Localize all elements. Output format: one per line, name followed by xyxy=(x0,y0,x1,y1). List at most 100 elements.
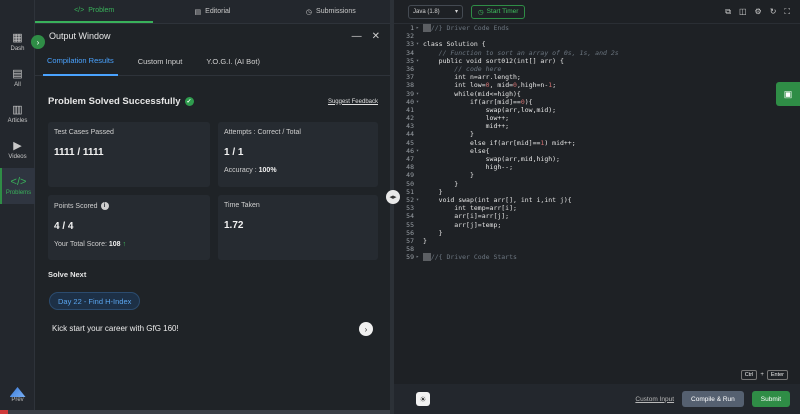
code-line[interactable]: } xyxy=(423,171,619,179)
code-area[interactable]: 1 32 33 34 35 36 37 38 39 40 41 42 43 44 45 46 47 48 49 50 5… xyxy=(394,24,800,384)
fold-arrow-icon[interactable]: ▾ xyxy=(416,90,422,98)
line-number: 54 xyxy=(406,212,414,221)
lightbulb-icon[interactable]: ☀ xyxy=(416,392,430,406)
copy-icon[interactable]: ⧉ xyxy=(725,7,731,17)
fold-arrow-icon[interactable]: ▾ xyxy=(416,40,422,48)
submit-button[interactable]: Submit xyxy=(751,391,790,407)
list-icon: ▤ xyxy=(12,67,23,80)
editor-icons: ⧉ ◫ ⚙ ↻ ⛶ xyxy=(725,7,790,17)
tab-custom-input[interactable]: Custom Input xyxy=(134,48,187,76)
suggest-feedback-link[interactable]: Suggest Feedback xyxy=(328,99,378,105)
code-line[interactable]: void swap(int arr[], int i,int j){ xyxy=(423,196,619,204)
nav-articles[interactable]: ▥ Articles xyxy=(0,96,35,132)
nav-videos[interactable]: ▶ Videos xyxy=(0,132,35,168)
code-line[interactable]: } xyxy=(423,237,619,245)
accuracy-value: 100% xyxy=(258,167,277,174)
fold-arrow-icon[interactable]: ▸ xyxy=(416,24,422,32)
points-value: 4 / 4 xyxy=(54,221,74,232)
code-line[interactable]: public void sort012(int[] arr) { xyxy=(423,57,619,65)
tab-problem[interactable]: </> Problem xyxy=(35,0,154,23)
code-line[interactable]: mid++; xyxy=(423,122,619,130)
time-label: Time Taken xyxy=(224,202,260,209)
code-line[interactable]: } xyxy=(423,188,619,196)
line-number: 35 xyxy=(406,56,414,65)
fold-arrow-icon[interactable]: ▸ xyxy=(416,253,422,261)
dock-icon[interactable]: ◫ xyxy=(739,7,747,17)
start-timer-label: Start Timer xyxy=(486,8,519,15)
fold-arrow-icon[interactable]: ▾ xyxy=(416,196,422,204)
tab-yogi-ai-bot[interactable]: Y.O.G.I. (AI Bot) xyxy=(202,48,264,76)
test-cases-label: Test Cases Passed xyxy=(54,129,114,136)
code-line[interactable]: ▬▬//{ Driver Code Starts xyxy=(423,253,619,262)
attempts-value: 1 / 1 xyxy=(224,147,244,158)
code-line[interactable]: arr[j]=temp; xyxy=(423,221,619,229)
code-line[interactable]: arr[i]=arr[j]; xyxy=(423,212,619,220)
code-line[interactable]: swap(arr,mid,high); xyxy=(423,155,619,163)
fold-arrow-icon[interactable]: ▾ xyxy=(416,98,422,106)
footer-actions: Custom Input Compile & Run Submit xyxy=(635,391,790,407)
code-line[interactable]: while(mid<=high){ xyxy=(423,90,619,98)
code-lines[interactable]: ▬▬//} Driver Code Ends class Solution { /… xyxy=(423,24,619,262)
custom-input-link[interactable]: Custom Input xyxy=(635,396,674,403)
nav-articles-label: Articles xyxy=(7,117,28,124)
code-line[interactable]: low++; xyxy=(423,114,619,122)
nav-problems[interactable]: </> Problems xyxy=(0,168,35,204)
line-number: 53 xyxy=(406,204,414,213)
nav-all[interactable]: ▤ All xyxy=(0,60,35,96)
code-line[interactable] xyxy=(423,245,619,253)
close-icon[interactable]: ✕ xyxy=(372,31,380,42)
minimize-icon[interactable]: — xyxy=(352,31,362,42)
result-row: Problem Solved Successfully ✓ Suggest Fe… xyxy=(48,96,378,107)
info-icon[interactable]: i xyxy=(100,202,109,210)
attempts-label: Attempts : Correct / Total xyxy=(224,129,301,136)
resize-handle-icon[interactable]: ◂▸ xyxy=(386,190,400,204)
code-line[interactable]: } xyxy=(423,130,619,138)
output-window-title: Output Window xyxy=(49,31,111,41)
fold-arrow-icon[interactable]: ▾ xyxy=(416,57,422,65)
code-line[interactable]: int low=0, mid=0,high=n-1; xyxy=(423,81,619,89)
clock-icon: ◷ xyxy=(305,8,313,16)
chevron-right-icon[interactable]: › xyxy=(359,322,373,336)
start-timer-button[interactable]: ◷ Start Timer xyxy=(471,4,526,19)
problem-tabs: </> Problem ▤ Editorial ◷ Submissions xyxy=(35,0,390,24)
fullscreen-icon[interactable]: ⛶ xyxy=(784,7,790,17)
chat-icon[interactable]: ▣ xyxy=(776,82,800,106)
code-line[interactable]: high--; xyxy=(423,163,619,171)
code-line[interactable]: ▬▬//} Driver Code Ends xyxy=(423,24,619,32)
book-icon: ▥ xyxy=(12,103,23,116)
accuracy-row: Accuracy : 100% xyxy=(224,167,372,174)
code-line[interactable]: // code here xyxy=(423,65,619,73)
settings-icon[interactable]: ⚙ xyxy=(755,7,762,17)
chevron-right-icon[interactable]: › xyxy=(31,35,45,49)
reset-icon[interactable]: ↻ xyxy=(770,7,777,17)
scrollbar-thumb[interactable] xyxy=(0,410,8,414)
line-number: 40 xyxy=(406,97,414,106)
horizontal-scrollbar[interactable] xyxy=(0,410,390,414)
tab-compilation-results[interactable]: Compilation Results xyxy=(43,48,118,76)
compile-run-button[interactable]: Compile & Run xyxy=(682,391,744,407)
nav-dash[interactable]: ▦ Dash xyxy=(0,24,35,60)
code-line[interactable]: int n=arr.length; xyxy=(423,73,619,81)
language-select[interactable]: Java (1.8) ▾ xyxy=(408,4,463,19)
next-problem-pill[interactable]: Day 22 - Find H-Index xyxy=(49,292,141,310)
code-line[interactable]: int temp=arr[i]; xyxy=(423,204,619,212)
code-line[interactable]: } xyxy=(423,229,619,237)
code-line[interactable]: } xyxy=(423,180,619,188)
shortcut-hint: Ctrl + Enter xyxy=(740,370,788,380)
prev-button[interactable]: Prev xyxy=(4,385,31,405)
code-line[interactable]: if(arr[mid]==0){ xyxy=(423,98,619,106)
code-line[interactable]: else if(arr[mid]==1) mid++; xyxy=(423,139,619,147)
editor-footer: ☀ Custom Input Compile & Run Submit xyxy=(394,384,800,414)
tab-submissions[interactable]: ◷ Submissions xyxy=(272,0,390,23)
code-line[interactable]: // Function to sort an array of 0s, 1s, … xyxy=(423,49,619,57)
code-line[interactable]: else{ xyxy=(423,147,619,155)
code-line[interactable]: swap(arr,low,mid); xyxy=(423,106,619,114)
code-line[interactable] xyxy=(423,32,619,40)
code-line[interactable]: class Solution { xyxy=(423,40,619,48)
tab-editorial[interactable]: ▤ Editorial xyxy=(153,0,271,23)
fold-arrow-icon[interactable]: ▾ xyxy=(416,147,422,155)
